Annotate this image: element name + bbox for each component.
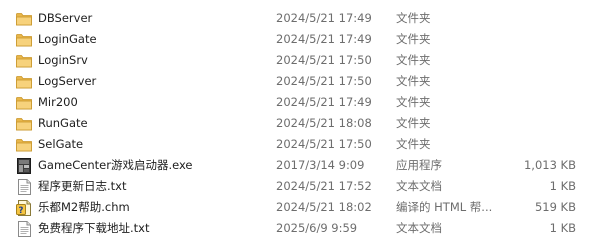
list-item-help-chm[interactable]: ? 乐都M2帮助.chm 2024/5/21 18:02 编译的 HTML 帮.… [0, 197, 596, 218]
file-date: 2024/5/21 17:49 [276, 95, 372, 109]
file-type: 文件夹 [396, 32, 431, 46]
folder-icon [16, 137, 32, 153]
file-date: 2024/5/21 17:50 [276, 74, 372, 88]
file-type: 编译的 HTML 帮... [396, 200, 493, 214]
file-name: 程序更新日志.txt [38, 179, 127, 193]
file-type: 文件夹 [396, 95, 431, 109]
file-name: 免费程序下载地址.txt [38, 221, 150, 235]
file-date: 2024/5/21 17:50 [276, 137, 372, 151]
file-type: 文本文档 [396, 179, 442, 193]
file-type: 文件夹 [396, 74, 431, 88]
folder-icon [16, 11, 32, 27]
file-date: 2024/5/21 17:52 [276, 179, 372, 193]
file-name: 乐都M2帮助.chm [38, 200, 130, 214]
list-item-loginsrv[interactable]: LoginSrv 2024/5/21 17:50 文件夹 [0, 50, 596, 71]
file-name: SelGate [38, 137, 84, 151]
file-size: 1 KB [549, 179, 576, 193]
file-type: 应用程序 [396, 158, 442, 172]
file-type: 文件夹 [396, 53, 431, 67]
file-name: LoginSrv [38, 53, 88, 67]
file-date: 2024/5/21 18:02 [276, 200, 372, 214]
list-item-mir200[interactable]: Mir200 2024/5/21 17:49 文件夹 [0, 92, 596, 113]
list-item-rungate[interactable]: RunGate 2024/5/21 18:08 文件夹 [0, 113, 596, 134]
list-item-dbserver[interactable]: DBServer 2024/5/21 17:49 文件夹 [0, 8, 596, 29]
list-item-selgate[interactable]: SelGate 2024/5/21 17:50 文件夹 [0, 134, 596, 155]
file-name: GameCenter游戏启动器.exe [38, 158, 193, 172]
text-file-icon [16, 220, 32, 237]
text-file-icon [16, 178, 32, 195]
file-date: 2025/6/9 9:59 [276, 221, 358, 235]
list-item-logingate[interactable]: LoginGate 2024/5/21 17:49 文件夹 [0, 29, 596, 50]
help-file-icon: ? [16, 199, 32, 216]
folder-icon [16, 74, 32, 90]
list-item-download-txt[interactable]: 免费程序下载地址.txt 2025/6/9 9:59 文本文档 1 KB [0, 218, 596, 239]
file-date: 2024/5/21 18:08 [276, 116, 372, 130]
folder-icon [16, 32, 32, 48]
file-list: DBServer 2024/5/21 17:49 文件夹 LoginGate 2… [0, 0, 596, 250]
file-type: 文件夹 [396, 11, 431, 25]
file-date: 2024/5/21 17:50 [276, 53, 372, 67]
file-type: 文本文档 [396, 221, 442, 235]
list-item-logserver[interactable]: LogServer 2024/5/21 17:50 文件夹 [0, 71, 596, 92]
folder-icon [16, 95, 32, 111]
file-date: 2024/5/21 17:49 [276, 32, 372, 46]
file-date: 2017/3/14 9:09 [276, 158, 365, 172]
file-name: LogServer [38, 74, 97, 88]
svg-text:?: ? [19, 205, 24, 215]
file-size: 519 KB [534, 200, 576, 214]
file-size: 1,013 KB [523, 158, 576, 172]
folder-icon [16, 116, 32, 132]
list-item-gamecenter-exe[interactable]: GameCenter游戏启动器.exe 2017/3/14 9:09 应用程序 … [0, 155, 596, 176]
file-name: RunGate [38, 116, 88, 130]
file-name: DBServer [38, 11, 93, 25]
file-type: 文件夹 [396, 116, 431, 130]
list-item-changelog-txt[interactable]: 程序更新日志.txt 2024/5/21 17:52 文本文档 1 KB [0, 176, 596, 197]
file-name: LoginGate [38, 32, 97, 46]
folder-icon [16, 53, 32, 69]
app-icon [16, 157, 32, 174]
file-type: 文件夹 [396, 137, 431, 151]
file-date: 2024/5/21 17:49 [276, 11, 372, 25]
file-size: 1 KB [549, 221, 576, 235]
file-name: Mir200 [38, 95, 78, 109]
